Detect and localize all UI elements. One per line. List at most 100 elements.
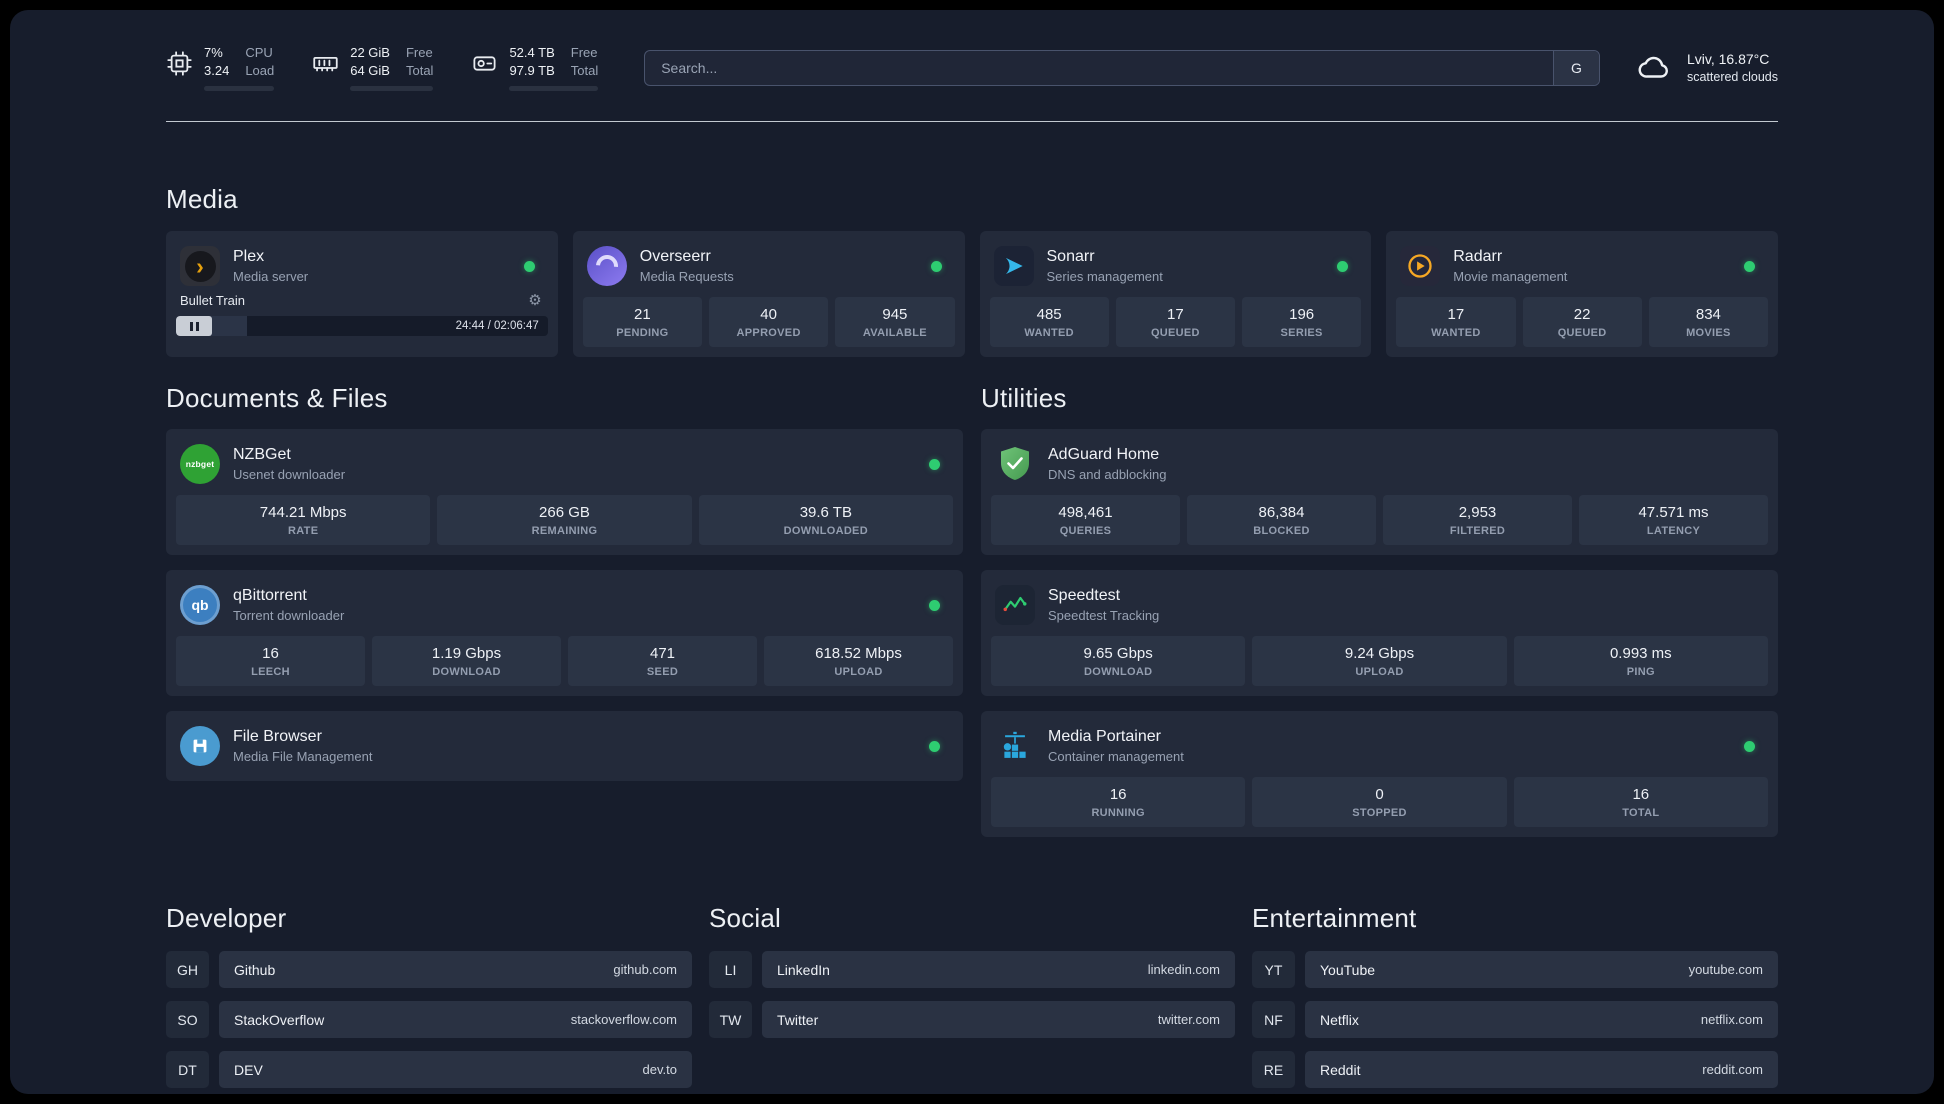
bookmark-link[interactable]: Netflix netflix.com: [1305, 1001, 1778, 1038]
app-name: Radarr: [1453, 248, 1503, 265]
bookmark-link[interactable]: LinkedIn linkedin.com: [762, 951, 1235, 988]
disk-total-value: 97.9 TB: [509, 63, 555, 78]
status-dot: [929, 599, 940, 611]
section-title-documents: Documents & Files: [166, 383, 388, 413]
status-dot: [1744, 740, 1755, 752]
bookmark-link[interactable]: YouTube youtube.com: [1305, 951, 1778, 988]
bookmark-link[interactable]: DEV dev.to: [219, 1051, 692, 1088]
status-dot: [930, 260, 942, 272]
stat-queries: 498,461 QUERIES: [991, 495, 1180, 545]
bookmark-github[interactable]: GH Github github.com: [166, 951, 692, 988]
settings-gear-icon[interactable]: ⚙: [528, 291, 541, 309]
section-title-entertainment: Entertainment: [1252, 903, 1417, 933]
bookmarks-grid: Developer GH Github github.com SO StackO…: [166, 903, 1778, 1094]
ram-total-label: Total: [405, 63, 434, 78]
card-nzbget[interactable]: nzbget NZBGet Usenet downloader 744.21 M…: [166, 429, 963, 555]
overseerr-icon: [586, 246, 627, 286]
stat-download: 9.65 Gbps DOWNLOAD: [991, 636, 1246, 686]
plex-header: › Plex Media server: [176, 241, 548, 291]
stat-queued: 22 QUEUED: [1522, 297, 1642, 347]
sonarr-icon: [993, 246, 1034, 286]
overseerr-stats: 21 PENDING 40 APPROVED 945 AVAILABLE: [582, 297, 955, 347]
stat-queued: 17 QUEUED: [1115, 297, 1235, 347]
app-name: NZBGet: [233, 446, 291, 463]
app-desc: Media server: [233, 269, 309, 284]
weather-location: Lviv, 16.87°C: [1686, 51, 1770, 67]
bookmark-stackoverflow[interactable]: SO StackOverflow stackoverflow.com: [166, 1001, 692, 1038]
qbittorrent-stats: 16 LEECH 1.19 Gbps DOWNLOAD 471 SEED 618…: [176, 636, 953, 686]
section-title-social: Social: [709, 903, 782, 933]
weather-text: Lviv, 16.87°C scattered clouds: [1687, 51, 1778, 84]
stat-blocked: 86,384 BLOCKED: [1187, 495, 1376, 545]
stat-download: 1.19 Gbps DOWNLOAD: [372, 636, 561, 686]
search-input[interactable]: [645, 50, 1553, 85]
card-portainer[interactable]: Media Portainer Container management 16 …: [981, 711, 1778, 837]
stat-wanted: 485 WANTED: [989, 297, 1109, 347]
card-adguard[interactable]: AdGuard Home DNS and adblocking 498,461 …: [981, 429, 1778, 555]
media-grid: › Plex Media server Bullet Train ⚙ 24:44…: [166, 231, 1778, 357]
playback-progress-bar[interactable]: 24:44 / 02:06:47: [176, 316, 548, 336]
status-dot: [523, 260, 535, 272]
utilities-column: Utilities AdGuard Home DNS and adblockin…: [981, 357, 1778, 837]
header-divider: [166, 121, 1778, 122]
app-desc: Container management: [1048, 749, 1184, 764]
search-bar: G: [644, 49, 1600, 86]
status-dot: [1337, 260, 1349, 272]
bookmark-abbr: RE: [1252, 1051, 1295, 1088]
stat-approved: 40 APPROVED: [709, 297, 829, 347]
bookmark-link[interactable]: Reddit reddit.com: [1305, 1051, 1778, 1088]
bookmark-twitter[interactable]: TW Twitter twitter.com: [709, 1001, 1235, 1038]
stat-total: 16 TOTAL: [1513, 777, 1768, 827]
bookmark-abbr: DT: [166, 1051, 209, 1088]
app-desc: DNS and adblocking: [1048, 467, 1167, 482]
system-monitors: 7% CPU 3.24 Load 22 GiB Free 64 GiB Tota…: [166, 44, 599, 91]
app-name: Sonarr: [1046, 248, 1095, 265]
stat-available: 945 AVAILABLE: [835, 297, 955, 347]
app-desc: Media File Management: [233, 749, 373, 764]
weather-widget: Lviv, 16.87°C scattered clouds: [1634, 51, 1778, 85]
disk-total-label: Total: [570, 63, 599, 78]
bookmark-reddit[interactable]: RE Reddit reddit.com: [1252, 1051, 1778, 1088]
cloud-icon: [1634, 51, 1674, 85]
top-bar: 7% CPU 3.24 Load 22 GiB Free 64 GiB Tota…: [166, 44, 1778, 91]
card-overseerr[interactable]: Overseerr Media Requests 21 PENDING 40 A…: [572, 231, 965, 357]
cpu-icon: [166, 50, 193, 77]
card-plex[interactable]: › Plex Media server Bullet Train ⚙ 24:44…: [166, 231, 558, 357]
stat-upload: 9.24 Gbps UPLOAD: [1252, 636, 1507, 686]
playback-time: 24:44 / 02:06:47: [455, 320, 539, 332]
section-title-media: Media: [166, 184, 238, 214]
bookmark-abbr: SO: [166, 1001, 209, 1038]
portainer-header: Media Portainer Container management: [991, 721, 1768, 777]
card-qbittorrent[interactable]: qb qBittorrent Torrent downloader 16 LEE…: [166, 570, 963, 696]
filebrowser-icon: [180, 726, 220, 766]
card-filebrowser[interactable]: File Browser Media File Management: [166, 711, 963, 781]
portainer-stats: 16 RUNNING 0 STOPPED 16 TOTAL: [991, 777, 1768, 827]
app-name: Media Portainer: [1048, 728, 1161, 745]
disk-free-value: 52.4 TB: [509, 45, 555, 60]
radarr-icon: [1400, 246, 1441, 286]
pause-button[interactable]: [176, 316, 212, 336]
disk-icon: [471, 50, 498, 77]
overseerr-header: Overseerr Media Requests: [583, 241, 955, 297]
bookmark-netflix[interactable]: NF Netflix netflix.com: [1252, 1001, 1778, 1038]
documents-column: Documents & Files nzbget NZBGet Usenet d…: [166, 357, 963, 781]
bookmark-youtube[interactable]: YT YouTube youtube.com: [1252, 951, 1778, 988]
bookmark-link[interactable]: Github github.com: [219, 951, 692, 988]
cpu-widget: 7% CPU 3.24 Load: [166, 44, 275, 91]
cpu-load-label: Load: [245, 63, 275, 78]
bookmark-link[interactable]: StackOverflow stackoverflow.com: [219, 1001, 692, 1038]
nzbget-icon: nzbget: [180, 444, 220, 484]
bookmark-dev[interactable]: DT DEV dev.to: [166, 1051, 692, 1088]
stat-remaining: 266 GB REMAINING: [437, 495, 692, 545]
stat-ping: 0.993 ms PING: [1513, 636, 1768, 686]
card-radarr[interactable]: Radarr Movie management 17 WANTED 22 QUE…: [1386, 231, 1778, 357]
app-name: Plex: [233, 248, 265, 265]
card-speedtest[interactable]: Speedtest Speedtest Tracking 9.65 Gbps D…: [981, 570, 1778, 696]
speedtest-stats: 9.65 Gbps DOWNLOAD 9.24 Gbps UPLOAD 0.99…: [991, 636, 1768, 686]
card-sonarr[interactable]: Sonarr Series management 485 WANTED 17 Q…: [979, 231, 1372, 357]
bookmark-linkedin[interactable]: LI LinkedIn linkedin.com: [709, 951, 1235, 988]
bookmark-group-entertainment: Entertainment YT YouTube youtube.com NF …: [1252, 903, 1778, 1094]
ram-total-value: 64 GiB: [350, 63, 390, 78]
bookmark-link[interactable]: Twitter twitter.com: [762, 1001, 1235, 1038]
search-engine-button[interactable]: G: [1552, 50, 1599, 85]
